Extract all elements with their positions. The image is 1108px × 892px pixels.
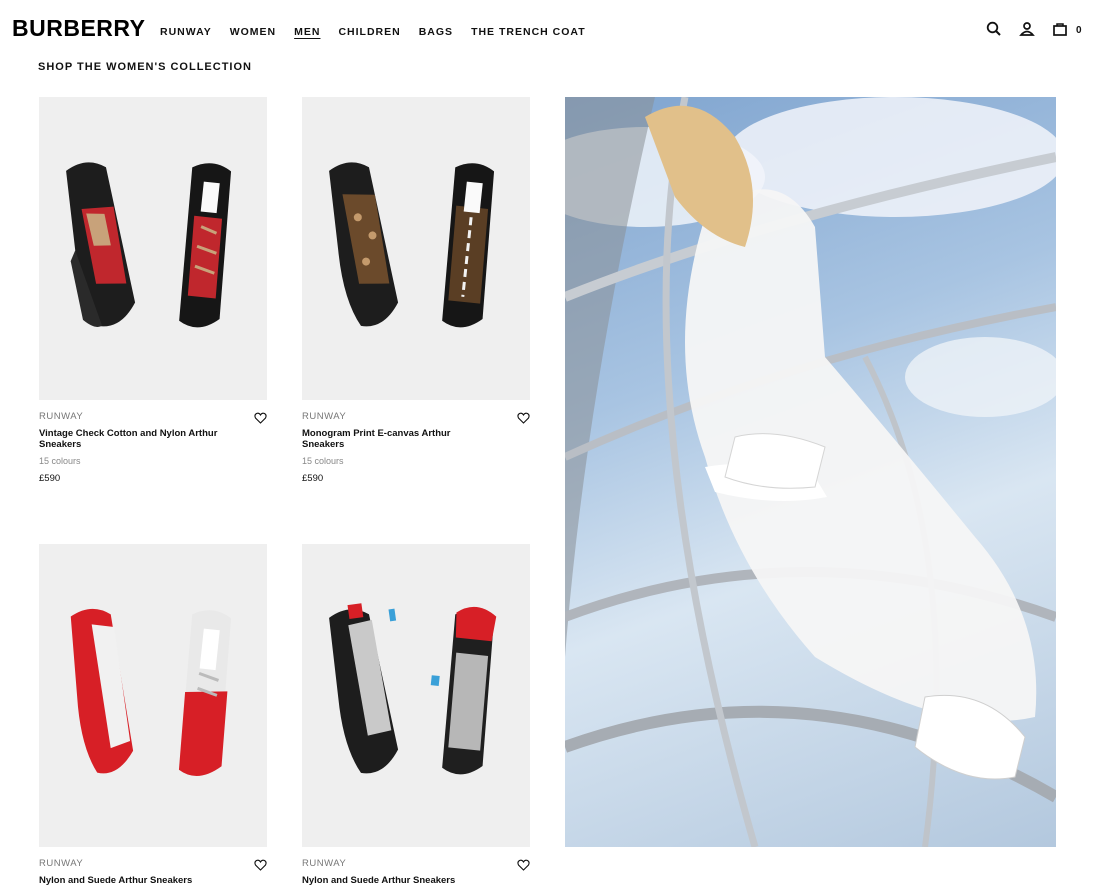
site-header: BURBERRY RUNWAY WOMEN MEN CHILDREN BAGS … xyxy=(0,0,1108,60)
bag-icon[interactable] xyxy=(1052,21,1068,41)
bag-count: 0 xyxy=(1076,25,1082,36)
product-image[interactable] xyxy=(39,544,267,847)
main-nav: RUNWAY WOMEN MEN CHILDREN BAGS THE TRENC… xyxy=(160,26,604,38)
product-colours: 15 colours xyxy=(302,456,344,466)
product-name[interactable]: Vintage Check Cotton and Nylon Arthur Sn… xyxy=(39,428,219,450)
section-title: SHOP THE WOMEN'S COLLECTION xyxy=(38,61,252,73)
product-image[interactable] xyxy=(39,97,267,400)
product-card: RUNWAY Monogram Print E-canvas Arthur Sn… xyxy=(302,97,530,484)
nav-bags[interactable]: BAGS xyxy=(419,26,453,38)
nav-men[interactable]: MEN xyxy=(294,26,320,38)
campaign-hero-image[interactable] xyxy=(565,97,1056,847)
product-label: RUNWAY xyxy=(39,858,84,869)
nav-children[interactable]: CHILDREN xyxy=(338,26,400,38)
product-label: RUNWAY xyxy=(39,411,84,422)
brand-logo[interactable]: BURBERRY xyxy=(12,14,146,42)
product-name[interactable]: Nylon and Suede Arthur Sneakers xyxy=(39,875,219,886)
product-image[interactable] xyxy=(302,544,530,847)
product-card: RUNWAY Nylon and Suede Arthur Sneakers xyxy=(302,544,530,886)
product-label: RUNWAY xyxy=(302,411,347,422)
wishlist-heart-icon[interactable] xyxy=(254,858,267,876)
search-icon[interactable] xyxy=(986,21,1002,41)
product-name[interactable]: Monogram Print E-canvas Arthur Sneakers xyxy=(302,428,482,450)
product-name[interactable]: Nylon and Suede Arthur Sneakers xyxy=(302,875,482,886)
product-colours: 15 colours xyxy=(39,456,81,466)
product-card: RUNWAY Nylon and Suede Arthur Sneakers xyxy=(39,544,267,886)
account-icon[interactable] xyxy=(1019,21,1035,41)
nav-trench-coat[interactable]: THE TRENCH COAT xyxy=(471,26,586,38)
wishlist-heart-icon[interactable] xyxy=(254,411,267,429)
product-price: £590 xyxy=(39,473,61,484)
nav-women[interactable]: WOMEN xyxy=(230,26,276,38)
wishlist-heart-icon[interactable] xyxy=(517,411,530,429)
nav-runway[interactable]: RUNWAY xyxy=(160,26,212,38)
product-card: RUNWAY Vintage Check Cotton and Nylon Ar… xyxy=(39,97,267,484)
product-label: RUNWAY xyxy=(302,858,347,869)
wishlist-heart-icon[interactable] xyxy=(517,858,530,876)
product-image[interactable] xyxy=(302,97,530,400)
product-price: £590 xyxy=(302,473,324,484)
